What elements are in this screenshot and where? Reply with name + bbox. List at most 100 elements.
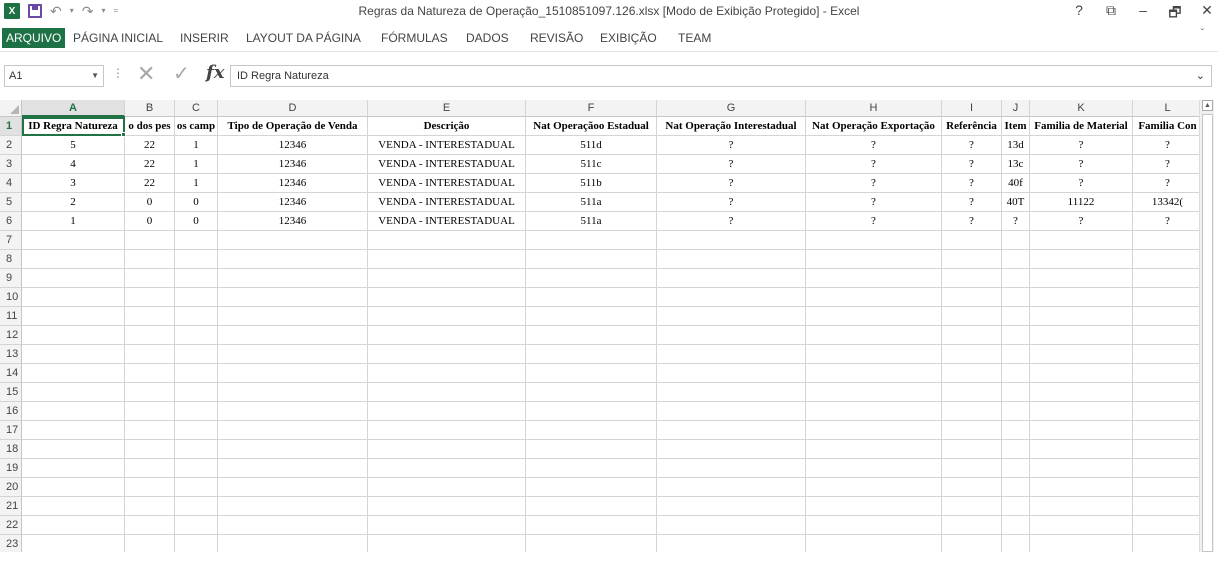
cell-e11[interactable] — [368, 307, 526, 326]
cell-k8[interactable] — [1030, 250, 1133, 269]
cell-e2[interactable]: VENDA - INTERESTADUAL — [368, 136, 526, 155]
column-header-g[interactable]: G — [657, 100, 806, 117]
cell-e9[interactable] — [368, 269, 526, 288]
cell-k16[interactable] — [1030, 402, 1133, 421]
cell-g10[interactable] — [657, 288, 806, 307]
cell-j22[interactable] — [1002, 516, 1030, 535]
cell-e12[interactable] — [368, 326, 526, 345]
cell-l8[interactable] — [1133, 250, 1203, 269]
cell-i1[interactable]: Referência — [942, 117, 1002, 136]
cell-d18[interactable] — [218, 440, 368, 459]
cell-j6[interactable]: ? — [1002, 212, 1030, 231]
tab-layout-da-pagina[interactable]: LAYOUT DA PÁGINA — [246, 28, 361, 48]
column-header-i[interactable]: I — [942, 100, 1002, 117]
tab-formulas[interactable]: FÓRMULAS — [381, 28, 448, 48]
cell-f13[interactable] — [526, 345, 657, 364]
cell-f8[interactable] — [526, 250, 657, 269]
cell-l23[interactable] — [1133, 535, 1203, 552]
cell-e15[interactable] — [368, 383, 526, 402]
cell-c12[interactable] — [175, 326, 218, 345]
cell-j13[interactable] — [1002, 345, 1030, 364]
cell-h20[interactable] — [806, 478, 942, 497]
cell-i4[interactable]: ? — [942, 174, 1002, 193]
cell-e18[interactable] — [368, 440, 526, 459]
cell-a2[interactable]: 5 — [22, 136, 125, 155]
cell-b19[interactable] — [125, 459, 175, 478]
cell-f12[interactable] — [526, 326, 657, 345]
row-header-15[interactable]: 15 — [0, 383, 22, 402]
cell-i15[interactable] — [942, 383, 1002, 402]
cell-e1[interactable]: Descrição — [368, 117, 526, 136]
cell-b6[interactable]: 0 — [125, 212, 175, 231]
cell-h23[interactable] — [806, 535, 942, 552]
cell-c10[interactable] — [175, 288, 218, 307]
cell-h22[interactable] — [806, 516, 942, 535]
tab-team[interactable]: TEAM — [678, 28, 711, 48]
cell-h21[interactable] — [806, 497, 942, 516]
row-header-10[interactable]: 10 — [0, 288, 22, 307]
enter-check-icon[interactable]: ✓ — [173, 63, 190, 85]
row-header-17[interactable]: 17 — [0, 421, 22, 440]
cell-i22[interactable] — [942, 516, 1002, 535]
cell-c22[interactable] — [175, 516, 218, 535]
cell-d20[interactable] — [218, 478, 368, 497]
formula-input[interactable]: ID Regra Natureza ⌄ — [230, 65, 1212, 87]
cell-k12[interactable] — [1030, 326, 1133, 345]
row-header-19[interactable]: 19 — [0, 459, 22, 478]
name-box-dropdown-icon[interactable]: ▼ — [91, 66, 99, 86]
cell-b1[interactable]: o dos pes — [125, 117, 175, 136]
cell-j10[interactable] — [1002, 288, 1030, 307]
cell-k1[interactable]: Familia de Material — [1030, 117, 1133, 136]
cell-g17[interactable] — [657, 421, 806, 440]
cell-d6[interactable]: 12346 — [218, 212, 368, 231]
cell-f17[interactable] — [526, 421, 657, 440]
cell-h15[interactable] — [806, 383, 942, 402]
row-header-5[interactable]: 5 — [0, 193, 22, 212]
cell-a20[interactable] — [22, 478, 125, 497]
cell-k17[interactable] — [1030, 421, 1133, 440]
cell-c13[interactable] — [175, 345, 218, 364]
cell-g7[interactable] — [657, 231, 806, 250]
cell-c2[interactable]: 1 — [175, 136, 218, 155]
cell-a16[interactable] — [22, 402, 125, 421]
column-header-h[interactable]: H — [806, 100, 942, 117]
cell-h14[interactable] — [806, 364, 942, 383]
cell-i9[interactable] — [942, 269, 1002, 288]
cell-f1[interactable]: Nat Operaçãoo Estadual — [526, 117, 657, 136]
cell-h18[interactable] — [806, 440, 942, 459]
cell-b16[interactable] — [125, 402, 175, 421]
cell-a18[interactable] — [22, 440, 125, 459]
row-header-1[interactable]: 1 — [0, 117, 22, 136]
cell-d21[interactable] — [218, 497, 368, 516]
scroll-thumb[interactable] — [1202, 114, 1213, 552]
cell-k15[interactable] — [1030, 383, 1133, 402]
cell-c7[interactable] — [175, 231, 218, 250]
cell-h17[interactable] — [806, 421, 942, 440]
cell-a11[interactable] — [22, 307, 125, 326]
cell-i5[interactable]: ? — [942, 193, 1002, 212]
cell-g21[interactable] — [657, 497, 806, 516]
scroll-up-icon[interactable]: ▲ — [1202, 100, 1213, 111]
row-header-7[interactable]: 7 — [0, 231, 22, 250]
cell-j8[interactable] — [1002, 250, 1030, 269]
cell-l9[interactable] — [1133, 269, 1203, 288]
cell-g12[interactable] — [657, 326, 806, 345]
cell-f23[interactable] — [526, 535, 657, 552]
cell-l1[interactable]: Familia Con — [1133, 117, 1203, 136]
cell-b5[interactable]: 0 — [125, 193, 175, 212]
cell-b10[interactable] — [125, 288, 175, 307]
tab-exibicao[interactable]: EXIBIÇÃO — [600, 28, 657, 48]
cancel-icon[interactable]: ✕ — [137, 63, 155, 85]
cell-j20[interactable] — [1002, 478, 1030, 497]
cell-g8[interactable] — [657, 250, 806, 269]
cell-e23[interactable] — [368, 535, 526, 552]
cell-d14[interactable] — [218, 364, 368, 383]
cell-j2[interactable]: 13d — [1002, 136, 1030, 155]
row-header-8[interactable]: 8 — [0, 250, 22, 269]
cell-i16[interactable] — [942, 402, 1002, 421]
cell-l20[interactable] — [1133, 478, 1203, 497]
cell-i17[interactable] — [942, 421, 1002, 440]
cell-i11[interactable] — [942, 307, 1002, 326]
row-header-2[interactable]: 2 — [0, 136, 22, 155]
column-header-d[interactable]: D — [218, 100, 368, 117]
